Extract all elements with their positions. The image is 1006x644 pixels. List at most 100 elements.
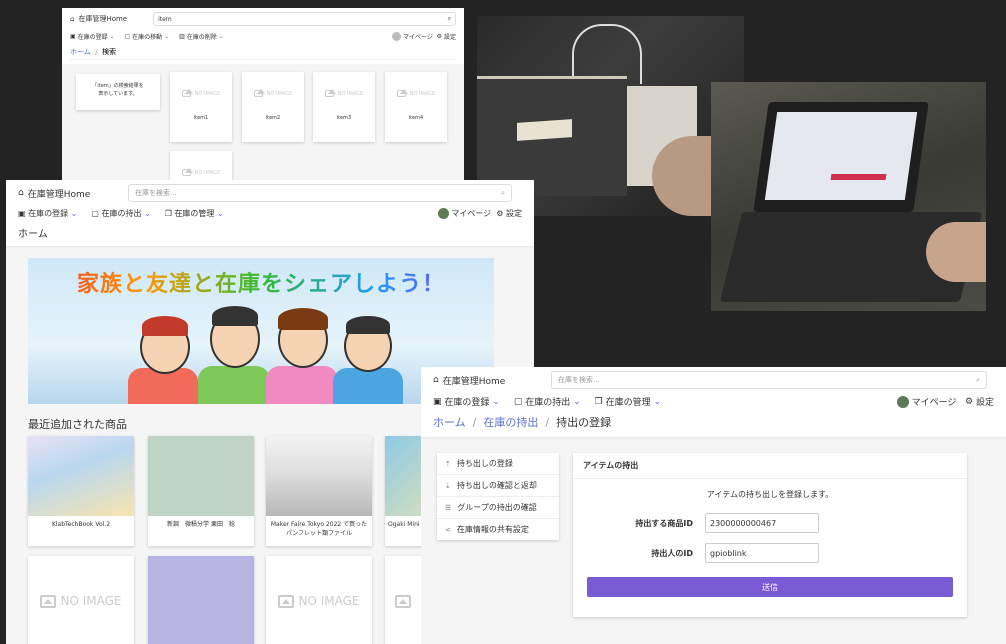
item-id-label: 持出する商品ID [635,518,693,528]
section-title: 最近追加された商品 [28,418,127,431]
product-thumbnail [148,436,254,516]
list-icon: ☰ [445,503,452,512]
item-card[interactable]: NO IMAGE item2 [242,72,304,142]
checkout-window: ⌂ 在庫管理Home 在庫を検索... ⌕ ▣ 在庫の登録 ⌄ ▢ 在庫の持出 ⌄ … [421,367,1006,644]
person-id-input[interactable]: gpioblink [705,543,819,563]
product-card[interactable]: Maker Faire Tokyo 2022 で買ったパンフレット類ファイル [266,436,372,546]
nav-menu: ▣ 在庫の登録 ⌄ ▢ 在庫の持出 ⌄ ❐ 在庫の管理 ⌄ マイページ ⚙ 設定 [433,395,994,408]
product-card[interactable]: KlabTechBook Vol.2 [28,436,134,546]
breadcrumb-checkout[interactable]: 在庫の持出 [483,416,538,429]
user-menu: マイページ ⚙ 設定 [392,32,456,41]
menu-manage[interactable]: ❐ 在庫の管理 ⌄ [165,208,224,219]
image-icon [324,89,336,97]
item-card[interactable]: NO IMAGE item1 [170,72,232,142]
item-card[interactable]: NO IMAGE item4 [385,72,447,142]
sidebar-item-register-checkout[interactable]: ⇡ 持ち出しの登録 [437,453,559,475]
chevron-down-icon: ⌄ [164,33,170,40]
chevron-down-icon: ⌄ [653,396,662,407]
avatar[interactable] [437,208,449,219]
breadcrumb: ホーム / 在庫の持出 / 持出の登録 [433,416,612,429]
image-icon [40,594,57,608]
person-id-label: 持出人のID [651,548,693,558]
item-id-row: 持出する商品ID 2300000000467 [573,513,819,533]
search-result-message: 「item」の検索結果を 表示しています。 [76,74,160,110]
menu-manage[interactable]: ❐ 在庫の管理 ⌄ [594,395,662,409]
house-icon: ⌂ [433,375,439,385]
avatar[interactable] [896,395,909,408]
header: ⌂ 在庫管理Home 在庫を検索... ⌕ ▣ 在庫の登録 ⌄ ▢ 在庫の持出 ⌄ … [421,367,1006,437]
upload-icon: ⇡ [445,459,451,468]
settings-link[interactable]: 設定 [976,395,994,408]
panel-title: アイテムの持出 [573,453,967,479]
sidebar-item-share-settings[interactable]: < 在庫情報の共有設定 [437,519,559,540]
submit-button[interactable]: 送信 [587,577,953,597]
avatar[interactable] [392,32,402,41]
bag-icon: ▢ [91,209,99,218]
menu-register[interactable]: ▣ 在庫の登録 ⌄ [70,32,115,41]
chevron-down-icon: ⌄ [144,209,151,218]
item-id-input[interactable]: 2300000000467 [705,513,819,533]
settings-link[interactable]: 設定 [506,208,522,219]
archive-icon: ▣ [18,209,26,218]
mypage-link[interactable]: マイページ [451,208,491,219]
menu-delete[interactable]: ▥ 在庫の削除 ⌄ [179,32,224,41]
menu-move[interactable]: ▢ 在庫の移動 ⌄ [125,32,170,41]
download-icon: ⇣ [445,481,451,490]
sidebar-item-confirm-return[interactable]: ⇣ 持ち出しの確認と返却 [437,475,559,497]
chevron-down-icon: ⌄ [109,33,115,40]
search-icon: ⌕ [501,188,505,197]
settings-link[interactable]: 設定 [444,32,456,41]
bag-icon: ▢ [124,33,131,40]
mypage-link[interactable]: マイページ [912,395,957,408]
chevron-down-icon: ⌄ [573,396,581,407]
gear-icon: ⚙ [965,396,974,407]
breadcrumb-current: 持出の登録 [556,416,612,429]
bag-icon: ▢ [513,396,523,407]
home-logo[interactable]: ⌂ 在庫管理Home [70,14,153,24]
breadcrumb-home[interactable]: ホーム [433,416,466,429]
breadcrumb: ホーム [18,225,522,242]
trash-icon: ▥ [179,33,185,40]
breadcrumb-current: 検索 [102,48,117,56]
chevron-down-icon: ⌄ [218,33,224,40]
search-icon: ⌕ [447,15,451,22]
sidebar-item-group-checkouts[interactable]: ☰ グループの持出の確認 [437,497,559,519]
chevron-down-icon: ⌄ [492,396,500,407]
nav-menu: ▣ 在庫の登録 ⌄ ▢ 在庫の移動 ⌄ ▥ 在庫の削除 ⌄ マイページ ⚙ 設定 [70,32,456,41]
home-logo[interactable]: ⌂ 在庫管理Home [18,187,128,200]
image-icon [181,89,193,97]
item-card[interactable]: NO IMAGE item3 [313,72,375,142]
home-logo[interactable]: ⌂ 在庫管理Home [433,374,551,387]
breadcrumb: ホーム / 検索 [70,47,456,60]
product-card[interactable]: NO IMAGE [266,556,372,644]
copy-icon: ❐ [594,396,603,407]
product-thumbnail [28,436,134,516]
menu-checkout[interactable]: ▢ 在庫の持出 ⌄ [513,395,581,409]
menu-register[interactable]: ▣ 在庫の登録 ⌄ [18,208,77,219]
archive-icon: ▣ [70,33,76,40]
menu-register[interactable]: ▣ 在庫の登録 ⌄ [433,395,500,409]
copy-icon: ❐ [164,209,172,218]
archive-icon: ▣ [433,396,442,407]
nav-menu: ▣ 在庫の登録 ⌄ ▢ 在庫の持出 ⌄ ❐ 在庫の管理 ⌄ マイページ ⚙ 設定 [18,208,522,219]
banner-title: 家族と友達と在庫をシェアしよう！ [28,266,494,298]
search-input[interactable]: 在庫を検索... ⌕ [128,184,512,202]
breadcrumb-home: ホーム [18,229,48,240]
product-card[interactable] [148,556,254,644]
product-card[interactable]: 新調 微積分学 栗田 稔 [148,436,254,546]
image-icon [395,594,411,608]
menu-checkout[interactable]: ▢ 在庫の持出 ⌄ [91,208,150,219]
search-input[interactable]: 在庫を検索... ⌕ [551,371,987,389]
breadcrumb-home[interactable]: ホーム [70,48,91,56]
chevron-down-icon: ⌄ [70,209,78,218]
share-icon: < [445,525,451,534]
user-menu: マイページ ⚙ 設定 [896,395,994,408]
header: ⌂ 在庫管理Home item ⌕ ▣ 在庫の登録 ⌄ ▢ 在庫の移動 ⌄ ▥ 在庫… [62,8,464,64]
mypage-link[interactable]: マイページ [403,32,433,41]
house-icon: ⌂ [70,15,75,23]
house-icon: ⌂ [18,188,24,198]
gear-icon: ⚙ [436,33,443,40]
search-input[interactable]: item ⌕ [153,12,456,26]
product-card[interactable]: NO IMAGE [28,556,134,644]
image-icon [181,168,193,176]
